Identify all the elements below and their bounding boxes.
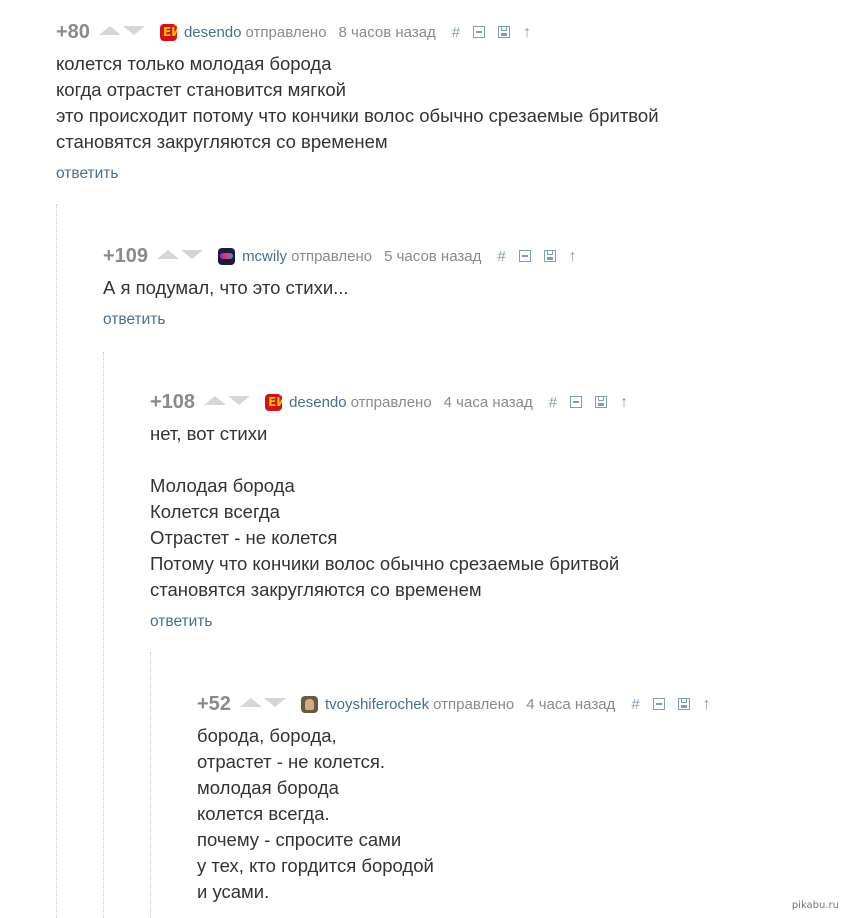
save-icon[interactable] [595,396,608,408]
parent-arrow-icon[interactable]: ↑ [569,248,577,264]
comment-time[interactable]: 5 часов назад [384,248,481,265]
comment-header: +109 mcwily отправлено 5 часов назад # ↑ [103,243,590,269]
reply-link[interactable]: ответить [56,165,118,183]
comment-time[interactable]: 8 часов назад [339,24,436,41]
downvote-icon[interactable] [263,697,286,707]
comment-time[interactable]: 4 часа назад [444,394,533,411]
comment: +80 ЕЙ desendo отправлено 8 часов назад … [56,19,659,183]
comment-header: +108 ЕЙ desendo отправлено 4 часа назад … [150,389,641,415]
comment-tools: # ↑ [549,394,641,410]
avatar[interactable] [300,695,318,713]
save-icon[interactable] [543,250,556,262]
comment-body: борода, борода, отрастет - не колется. м… [197,725,434,902]
collapse-icon[interactable] [518,250,531,262]
username-link[interactable]: desendo [289,394,347,411]
username-link[interactable]: tvoyshiferochek [325,696,429,713]
comment-header: +52 tvoyshiferochek отправлено 4 часа на… [197,691,724,717]
collapse-icon[interactable] [652,698,665,710]
downvote-icon[interactable] [228,395,251,405]
comment: +109 mcwily отправлено 5 часов назад # ↑… [103,243,590,329]
comment-body: А я подумал, что это стихи... [103,277,349,298]
upvote-icon[interactable] [157,249,180,259]
comment-body: нет, вот стихи Молодая борода Колется вс… [150,423,620,600]
comment-rating: +80 [56,20,90,43]
upvote-icon[interactable] [98,25,121,35]
hash-link-icon[interactable]: # [549,395,557,410]
comment-time[interactable]: 4 часа назад [526,696,615,713]
avatar[interactable]: ЕЙ [159,23,177,41]
comment-rating: +52 [197,692,231,715]
sent-label: отправлено [350,393,432,411]
reply-link[interactable]: ответить [150,613,212,631]
collapse-icon[interactable] [473,26,486,38]
thread-line-level-2 [103,352,104,918]
collapse-icon[interactable] [570,396,583,408]
avatar[interactable]: ЕЙ [265,393,283,411]
parent-arrow-icon[interactable]: ↑ [523,24,531,40]
upvote-icon[interactable] [204,395,227,405]
sent-label: отправлено [245,23,327,41]
comment-rating: +109 [103,244,149,267]
watermark: pikabu.ru [788,899,842,912]
comment-tools: # ↑ [497,248,589,264]
comment-header: +80 ЕЙ desendo отправлено 8 часов назад … [56,19,659,45]
parent-arrow-icon[interactable]: ↑ [703,696,711,712]
hash-link-icon[interactable]: # [631,697,639,712]
comment: +52 tvoyshiferochek отправлено 4 часа на… [197,691,724,905]
reply-link[interactable]: ответить [103,311,165,329]
downvote-icon[interactable] [122,25,145,35]
comment: +108 ЕЙ desendo отправлено 4 часа назад … [150,389,641,631]
save-icon[interactable] [677,698,690,710]
upvote-icon[interactable] [239,697,262,707]
comment-tools: # ↑ [452,24,544,40]
thread-line-level-1 [56,204,57,918]
hash-link-icon[interactable]: # [497,249,505,264]
save-icon[interactable] [498,26,511,38]
sent-label: отправлено [433,695,515,713]
sent-label: отправлено [291,247,373,265]
hash-link-icon[interactable]: # [452,25,460,40]
comment-tools: # ↑ [631,696,723,712]
avatar[interactable] [218,247,236,265]
username-link[interactable]: mcwily [242,248,287,265]
comment-rating: +108 [150,390,196,413]
comment-body: колется только молодая борода когда отра… [56,53,659,152]
downvote-icon[interactable] [181,249,204,259]
parent-arrow-icon[interactable]: ↑ [620,394,628,410]
username-link[interactable]: desendo [184,24,242,41]
thread-line-level-3 [150,652,151,918]
